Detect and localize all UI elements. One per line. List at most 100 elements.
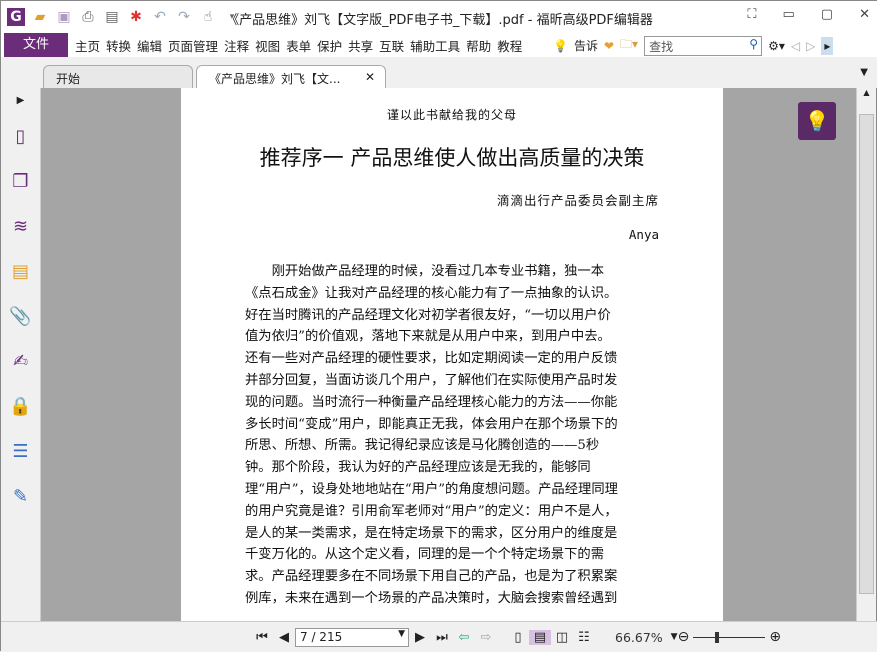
text-line: 并部分回复，当面访谈几个用户，了解他们在实际使用产品时发 xyxy=(245,372,618,388)
pages-icon[interactable]: ❐ xyxy=(1,159,40,204)
text-line: 值为依归”的价值观，落地下来就是从用户中来，到用户中去。 xyxy=(245,329,611,345)
first-page-icon[interactable]: ⏮ xyxy=(251,630,273,645)
find-folder-icon[interactable]: 🗀▾ xyxy=(620,35,638,56)
form-fields-icon[interactable]: ☰ xyxy=(1,429,40,474)
search-placeholder: 查找 xyxy=(649,39,674,54)
text-line: 求。产品经理要多在不同场景下用自己的产品，也是为了积累案 xyxy=(245,569,618,585)
continuous-page-icon[interactable]: ▤ xyxy=(529,629,551,645)
feedback-heart-icon[interactable]: ❤ xyxy=(604,39,614,53)
navigation-panel: ▶ ▯ ❐ ≋ ▤ 📎 ✍ 🔒 ☰ ✎ xyxy=(1,88,41,621)
scroll-up-icon[interactable]: ▲ xyxy=(857,88,876,97)
prev-page-icon[interactable]: ◀ xyxy=(273,630,295,645)
search-input[interactable]: 查找 ⚲ xyxy=(644,35,763,56)
close-button[interactable]: ✕ xyxy=(859,7,870,22)
text-line: 《点石成金》让我对产品经理的核心能力有了一点抽象的认识。 xyxy=(245,285,618,301)
text-line: 好在当时腾讯的产品经理文化对初学者很友好，“一切以用户价 xyxy=(245,307,611,323)
open-icon[interactable]: ▰ xyxy=(31,8,49,26)
zoom-slider[interactable] xyxy=(693,631,766,643)
menu-share[interactable]: 共享 xyxy=(345,36,376,55)
print-icon[interactable]: ⎙ xyxy=(79,8,97,26)
attachment-icon[interactable]: 📎 xyxy=(1,294,40,339)
signature-icon[interactable]: ✍ xyxy=(1,339,40,384)
continuous-facing-icon[interactable]: ☷ xyxy=(573,630,595,645)
certify-icon[interactable]: ✎ xyxy=(1,474,40,519)
page-heading: 推荐序一 产品思维使人做出高质量的决策 xyxy=(259,146,645,170)
next-icon[interactable]: ▷ xyxy=(806,39,815,53)
menu-tutorial[interactable]: 教程 xyxy=(494,36,525,55)
minimize-button[interactable]: ▭ xyxy=(783,7,795,22)
comments-icon[interactable]: ▤ xyxy=(1,249,40,294)
search-icon[interactable]: ⚲ xyxy=(749,37,758,51)
tab-close-icon[interactable]: ✕ xyxy=(365,70,375,84)
settings-gear-icon[interactable]: ⚙▾ xyxy=(768,39,785,53)
quick-access-toolbar: G ▰ ▣ ⎙ ▤ ✱ ↶ ↷ ☝ ▾ xyxy=(1,8,241,26)
menu-help[interactable]: 帮助 xyxy=(463,36,494,55)
layers-icon[interactable]: ≋ xyxy=(1,204,40,249)
facing-pages-icon[interactable]: ◫ xyxy=(551,630,573,645)
scrollbar-thumb[interactable] xyxy=(859,114,874,594)
fullscreen-icon[interactable]: ⛶ xyxy=(747,7,756,22)
text-line: 刚开始做产品经理的时候，没看过几本专业书籍，独一本 xyxy=(245,264,605,279)
body-text: 刚开始做产品经理的时候，没看过几本专业书籍，独一本 《点石成金》让我对产品经理的… xyxy=(245,261,665,610)
author-name: Anya xyxy=(628,227,659,242)
tips-lightbulb-button[interactable]: 💡 xyxy=(798,102,836,140)
menu-convert[interactable]: 转换 xyxy=(103,36,134,55)
dedication: 谨以此书献给我的父母 xyxy=(386,108,517,122)
menu-view[interactable]: 视图 xyxy=(252,36,283,55)
menu-connect[interactable]: 互联 xyxy=(376,36,407,55)
lightbulb-icon[interactable]: 💡 xyxy=(553,39,568,53)
menu-page-manage[interactable]: 页面管理 xyxy=(165,36,221,55)
menu-protect[interactable]: 保护 xyxy=(314,36,345,55)
ribbon-expand-icon[interactable]: ▸ xyxy=(821,36,834,55)
page-number-input[interactable]: 7 / 215 ▼ xyxy=(295,627,409,647)
maximize-button[interactable]: ▢ xyxy=(821,7,833,22)
zoom-level[interactable]: 66.67% xyxy=(615,630,663,645)
menu-accessibility[interactable]: 辅助工具 xyxy=(407,36,463,55)
next-view-icon[interactable]: ⇨ xyxy=(475,630,497,645)
menu-form[interactable]: 表单 xyxy=(283,36,314,55)
expand-panel-icon[interactable]: ▶ xyxy=(1,88,40,114)
properties-icon[interactable]: ▤ xyxy=(103,8,121,26)
text-line: 是人的某一类需求，是在特定场景下的需求，区分用户的维度是 xyxy=(245,525,618,541)
file-menu[interactable]: 文件 xyxy=(4,33,68,57)
title-bar: G ▰ ▣ ⎙ ▤ ✱ ↶ ↷ ☝ ▾ 《产品思维》刘飞【文字版_PDF电子书_… xyxy=(1,1,877,33)
tab-list-dropdown-icon[interactable]: ▼ xyxy=(860,67,868,78)
menu-comment[interactable]: 注释 xyxy=(221,36,252,55)
zoom-out-icon[interactable]: ⊖ xyxy=(678,629,690,645)
undo-icon[interactable]: ↶ xyxy=(151,8,169,26)
vertical-scrollbar[interactable]: ▲ xyxy=(856,88,876,621)
menu-home[interactable]: 主页 xyxy=(72,36,103,55)
text-line: 例库，未来在遇到一个场景的产品决策时，大脑会搜索曾经遇到 xyxy=(245,590,618,606)
zoom-in-icon[interactable]: ⊕ xyxy=(769,629,781,645)
text-line: 千变万化的。从这个定义看，同理的是一个个特定场景下的需 xyxy=(245,547,605,563)
zoom-slider-handle[interactable] xyxy=(715,631,720,643)
new-icon[interactable]: ✱ xyxy=(127,8,145,26)
single-page-icon[interactable]: ▯ xyxy=(507,630,529,645)
next-page-icon[interactable]: ▶ xyxy=(409,630,431,645)
menu-edit[interactable]: 编辑 xyxy=(134,36,165,55)
redo-icon[interactable]: ↷ xyxy=(175,8,193,26)
text-line: 现的问题。当时流行一种衡量产品经理核心能力的方法——你能 xyxy=(245,394,618,410)
last-page-icon[interactable]: ⏭ xyxy=(431,630,453,645)
ribbon-menu: 文件 主页 转换 编辑 页面管理 注释 视图 表单 保护 共享 互联 辅助工具 … xyxy=(1,33,877,57)
zoom-dropdown-icon[interactable]: ▼ xyxy=(671,632,678,642)
text-line: 还有一些对产品经理的硬性要求，比如定期阅读一定的用户反馈 xyxy=(245,351,618,367)
status-bar: ⏮ ◀ 7 / 215 ▼ ▶ ⏭ ⇦ ⇨ ▯ ▤ ◫ ☷ 66.67% ▼ ⊖ … xyxy=(1,621,877,652)
hand-tool-icon[interactable]: ☝ xyxy=(199,8,217,26)
previous-view-icon[interactable]: ⇦ xyxy=(453,630,475,645)
save-icon[interactable]: ▣ xyxy=(55,8,73,26)
tab-document[interactable]: 《产品思维》刘飞【文... ✕ xyxy=(196,65,386,88)
customize-dropdown-icon[interactable]: ▾ xyxy=(223,8,241,26)
text-line: 钟。那个阶段，我认为好的产品经理应该是无我的，能够同 xyxy=(245,460,591,476)
tab-start[interactable]: 开始 xyxy=(43,65,193,88)
author-title: 滴滴出行产品委员会副主席 xyxy=(496,193,659,208)
app-logo-icon: G xyxy=(7,8,25,26)
prev-icon[interactable]: ◁ xyxy=(791,39,800,53)
pdf-page: 谨以此书献给我的父母 推荐序一 产品思维使人做出高质量的决策 滴滴出行产品委员会… xyxy=(181,88,723,621)
text-line: 理“用户”，设身处地地站在“用户”的角度想问题。产品经理同理 xyxy=(245,481,618,497)
tell-me[interactable]: 告诉 xyxy=(574,37,598,54)
security-lock-icon[interactable]: 🔒 xyxy=(1,384,40,429)
page-thumbnail-icon[interactable]: ▯ xyxy=(1,114,40,159)
text-line: 的用户究竟是谁？引用俞军老师对“用户”的定义：用户不是人， xyxy=(245,503,618,519)
page-dropdown-icon[interactable]: ▼ xyxy=(398,629,405,639)
